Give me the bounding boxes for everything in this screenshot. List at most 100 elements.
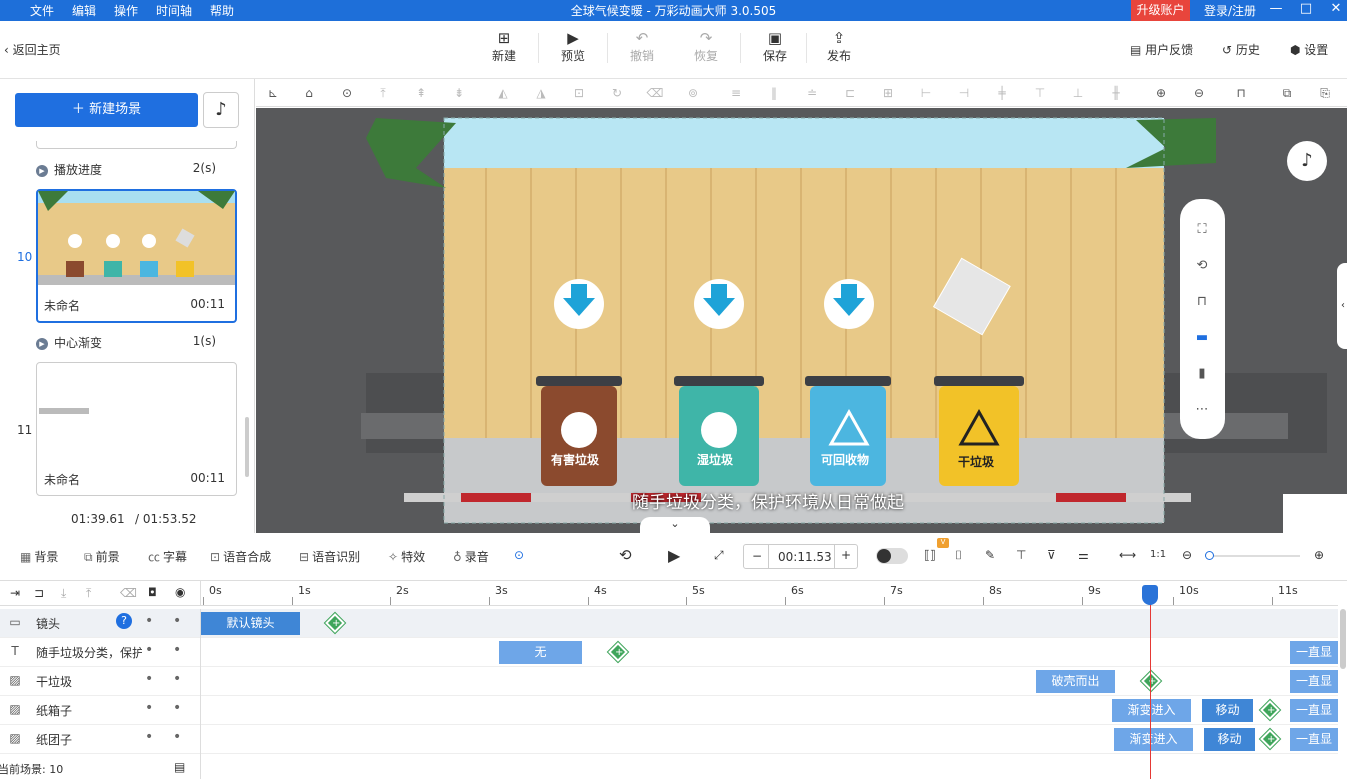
paste-icon[interactable]: ⎘ — [1316, 84, 1334, 102]
track-row[interactable]: ▨ 干垃圾 • • 破壳而出 + 一直显 — [0, 667, 1338, 696]
zoom-in-icon[interactable]: ⊕ — [1314, 548, 1324, 562]
lock-icon[interactable]: ◘ — [148, 586, 157, 599]
time-value[interactable]: 00:11.53 — [778, 550, 832, 564]
always-show-block[interactable]: 一直显 — [1290, 641, 1338, 664]
mobile-icon[interactable]: ▮ — [1193, 365, 1211, 383]
send-backward-icon[interactable]: ⇟ — [450, 84, 468, 102]
keyframe-icon[interactable]: ⟦⟧ — [924, 548, 936, 562]
center-h-icon[interactable]: ╪ — [993, 84, 1011, 102]
zoom-out-icon[interactable]: ⊖ — [1182, 548, 1192, 562]
undo-button[interactable]: ↶ 撤销 — [617, 29, 667, 64]
sliders-icon[interactable]: ⚌ — [1078, 548, 1089, 562]
timeline-scrollbar[interactable] — [1340, 609, 1346, 669]
record-button[interactable]: ♁ 录音 — [453, 548, 489, 565]
music-note-icon[interactable]: ♪ — [1287, 141, 1327, 181]
distribute-icon[interactable]: ⊏ — [841, 84, 859, 102]
help-icon[interactable]: ? — [116, 613, 132, 629]
minimize-button[interactable]: — — [1266, 1, 1286, 16]
camera-icon[interactable]: ⌷ — [955, 548, 962, 563]
track-row[interactable]: ▨ 纸箱子 • • 渐变进入 移动 + 一直显 — [0, 696, 1338, 725]
split-icon[interactable]: ⊤ — [1016, 548, 1026, 562]
toggle-switch[interactable] — [876, 548, 908, 564]
delete-icon[interactable]: ⌫ — [646, 84, 664, 102]
always-show-block[interactable]: 一直显 — [1290, 670, 1338, 693]
grid-icon[interactable]: ⊞ — [879, 84, 897, 102]
chevron-down-icon[interactable]: ⌄ — [640, 517, 710, 533]
history-button[interactable]: ↺ 历史 — [1222, 41, 1260, 58]
add-keyframe-icon[interactable]: + — [1141, 671, 1161, 691]
align-right-icon[interactable]: ⊣ — [955, 84, 973, 102]
top-align-icon[interactable]: ⊤ — [1031, 84, 1049, 102]
minimap[interactable] — [1283, 494, 1347, 533]
center-v-icon[interactable]: ╫ — [1107, 84, 1125, 102]
fit-width-icon[interactable]: ⟷ — [1119, 548, 1136, 562]
track-row[interactable]: ▨ 纸团子 • • 渐变进入 移动 + 一直显 — [0, 725, 1338, 754]
animation-block[interactable]: 移动 — [1204, 728, 1255, 751]
animation-block[interactable]: 无 — [499, 641, 582, 664]
flip-vertical-icon[interactable]: ◮ — [532, 84, 550, 102]
scene-card[interactable]: 未命名 00:11 — [36, 362, 237, 496]
move-down-icon[interactable]: ⤓ — [61, 586, 66, 601]
home-icon[interactable]: ⌂ — [300, 84, 318, 102]
animation-block[interactable]: 破壳而出 — [1036, 670, 1115, 693]
actual-size-icon[interactable]: 1:1 — [1150, 549, 1166, 560]
always-show-block[interactable]: 一直显 — [1290, 699, 1338, 722]
edit-icon[interactable]: ✎ — [985, 548, 995, 562]
track-row[interactable]: ▭ 镜头? • • 默认镜头 + — [0, 609, 1338, 638]
align-left-icon[interactable]: ⊢ — [917, 84, 935, 102]
add-keyframe-icon[interactable]: + — [1260, 700, 1280, 720]
folder-icon[interactable]: ⊐ — [34, 586, 44, 600]
fullscreen-icon[interactable]: ⛶ — [1193, 221, 1211, 239]
rotate-icon[interactable]: ⟲ — [1193, 257, 1211, 275]
always-show-block[interactable]: 一直显 — [1290, 728, 1338, 751]
bring-front-icon[interactable]: ⤒ — [374, 84, 392, 102]
ruler-icon[interactable]: ⊾ — [264, 84, 282, 102]
import-icon[interactable]: ⇥ — [10, 586, 20, 600]
add-keyframe-icon[interactable]: + — [1260, 729, 1280, 749]
track-row[interactable]: T 随手垃圾分类，保护 • • 无 + 一直显 — [0, 638, 1338, 667]
animation-block[interactable]: 默认镜头 — [201, 612, 300, 635]
move-up-icon[interactable]: ⤒ — [86, 586, 91, 601]
time-plus-button[interactable]: + — [841, 548, 851, 562]
preview-button[interactable]: ▶ 预览 — [548, 29, 598, 64]
transition-item[interactable]: ▶ 中心渐变 1(s) — [36, 334, 216, 351]
filter-icon[interactable]: ⊽ — [1047, 548, 1056, 562]
more-circle-icon[interactable]: ⊙ — [338, 84, 356, 102]
transition-item[interactable]: ▶ 播放进度 2(s) — [36, 161, 216, 178]
maximize-button[interactable]: □ — [1296, 1, 1316, 16]
feedback-button[interactable]: ▤ 用户反馈 — [1130, 41, 1193, 58]
bring-forward-icon[interactable]: ⇞ — [412, 84, 430, 102]
publish-button[interactable]: ⇪ 发布 — [814, 29, 864, 64]
scrollbar[interactable] — [245, 417, 249, 477]
align-bottom-icon[interactable]: ≐ — [803, 84, 821, 102]
expand-icon[interactable]: ⤢ — [714, 548, 724, 563]
time-stepper[interactable]: − 00:11.53 + — [743, 544, 858, 569]
caption-button[interactable]: ㏄字幕 — [148, 548, 187, 565]
time-ruler[interactable]: 0s 1s 2s 3s 4s 5s 6s 7s 8s 9s 10s 11s — [201, 581, 1338, 606]
align-middle-icon[interactable]: ‖ — [765, 84, 783, 102]
new-button[interactable]: ⊞ 新建 — [479, 29, 529, 64]
bottom-align-icon[interactable]: ⊥ — [1069, 84, 1087, 102]
add-keyframe-icon[interactable]: + — [325, 613, 345, 633]
more-icon[interactable]: ⋯ — [1193, 401, 1211, 419]
unlock-icon[interactable]: ⊓ — [1193, 293, 1211, 311]
tts-button[interactable]: ⊡ 语音合成 — [210, 548, 271, 565]
back-button[interactable]: ‹ 返回主页 — [4, 41, 61, 58]
asr-button[interactable]: ⊟ 语音识别 — [299, 548, 360, 565]
zoom-slider[interactable] — [1205, 551, 1300, 560]
unlock-icon[interactable]: ⊓ — [1232, 84, 1250, 102]
desktop-icon[interactable]: ▬ — [1193, 329, 1211, 347]
trash-icon[interactable]: ⌫ — [120, 586, 137, 600]
new-scene-button[interactable]: ＋ 新建场景 — [15, 93, 198, 127]
settings-button[interactable]: ⬢ 设置 — [1290, 41, 1328, 58]
animation-block[interactable]: 移动 — [1202, 699, 1253, 722]
chevron-left-icon[interactable]: ‹ — [1337, 263, 1347, 349]
effects-button[interactable]: ✧ 特效 — [388, 548, 425, 565]
more-circle-icon[interactable]: ⊙ — [514, 548, 524, 562]
rewind-icon[interactable]: ⟲ — [619, 546, 632, 564]
align-top-icon[interactable]: ≡ — [727, 84, 745, 102]
time-minus-button[interactable]: − — [752, 549, 762, 563]
copy-icon[interactable]: ⧉ — [1278, 84, 1296, 102]
login-link[interactable]: 登录/注册 — [1204, 2, 1256, 19]
scene-card[interactable]: 未命名 00:11 — [36, 189, 237, 323]
